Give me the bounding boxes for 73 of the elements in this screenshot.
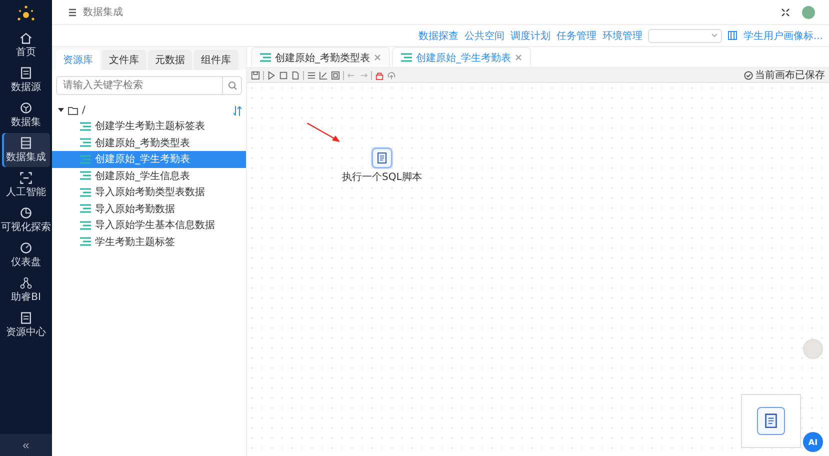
nav-link[interactable]: 数据探查 [418,28,458,42]
ai-button[interactable]: AI [803,432,823,452]
flow-icon [80,154,91,164]
check-circle-icon [744,70,753,80]
chart-icon[interactable] [319,70,328,80]
search-icon[interactable] [228,81,236,90]
nodes-icon [19,276,33,290]
panel-tab[interactable]: 组件库 [194,50,238,70]
sidebar-item[interactable]: 数据源 [2,63,50,97]
flow-icon [80,237,91,246]
chevron-icon [711,33,718,38]
list-icon [68,8,77,16]
fullscreen-icon[interactable] [781,8,790,16]
tree-item[interactable]: 创建原始_考勤类型表 [52,134,246,151]
flow-icon [80,204,91,214]
file-icon[interactable] [291,70,300,80]
save-status: 当前画布已保存 [755,68,825,82]
folder-label[interactable]: / [82,105,86,116]
tree-item[interactable]: 导入原始考勤类型表数据 [52,184,246,200]
pie-icon [19,206,33,220]
run-icon[interactable] [267,70,276,80]
flow-icon [80,122,91,131]
doc-icon [19,311,33,325]
nav-link[interactable]: 公共空间 [464,28,504,42]
collapse-button[interactable]: « [0,434,52,456]
panel-tab[interactable]: 文件库 [102,50,146,70]
upload-icon[interactable] [387,70,396,80]
editor-tab[interactable]: 创建原始_学生考勤表 [392,47,531,67]
save-icon[interactable] [251,70,260,80]
tree-item[interactable]: 导入原始学生基本信息数据 [52,217,246,234]
tree-item[interactable]: 学生考勤主题标签 [52,234,246,250]
lock-icon[interactable] [375,70,384,80]
caret-icon[interactable] [58,108,64,113]
sidebar-item[interactable]: 资源中心 [2,308,50,342]
nav-link[interactable]: 任务管理 [556,28,596,42]
sidebar-item[interactable]: 数据集成 [2,133,50,167]
flow-icon [260,53,271,62]
frame-icon[interactable] [331,70,340,80]
flow-icon [80,171,91,180]
grid-icon[interactable] [307,70,316,80]
sidebar-item[interactable]: 可视化探索 [2,203,50,237]
panel-tab[interactable]: 元数据 [148,50,192,70]
doc-icon [19,66,33,80]
editor-tab[interactable]: 创建原始_考勤类型表 [251,47,390,67]
avatar[interactable] [802,6,815,18]
sidebar-item[interactable]: 人工智能 [2,168,50,202]
tree-item[interactable]: 创建学生考勤主题标签表 [52,118,246,134]
tree-item[interactable]: 创建原始_学生信息表 [52,168,246,184]
node-label: 执行一个SQL脚本 [342,170,422,184]
sidebar-item[interactable]: 仪表盘 [2,238,50,272]
search-field[interactable]: 请输入关键字检索 [56,76,223,95]
minimap[interactable] [741,394,801,448]
stop-icon[interactable] [279,70,288,80]
sidebar-item[interactable]: 数据集 [2,98,50,132]
project-icon [728,31,738,40]
sort-icon[interactable] [233,106,242,116]
sidebar-item[interactable]: 首页 [2,28,50,62]
close-icon[interactable] [374,54,381,61]
folder-icon [68,106,78,114]
tree-item[interactable]: 导入原始考勤数据 [52,200,246,217]
flow-icon [80,188,91,197]
scan-icon [19,171,33,185]
script-node[interactable] [372,148,392,168]
stack-icon [19,136,33,150]
home-icon [19,31,33,45]
gauge-icon [19,241,33,255]
breadcrumb: 数据集成 [83,6,123,19]
arrow [307,123,341,143]
sidebar-item[interactable]: 助睿BI [2,273,50,307]
flow-icon [80,138,91,148]
flow-icon [80,220,91,230]
close-icon[interactable] [515,54,522,61]
flow-icon [401,53,412,62]
